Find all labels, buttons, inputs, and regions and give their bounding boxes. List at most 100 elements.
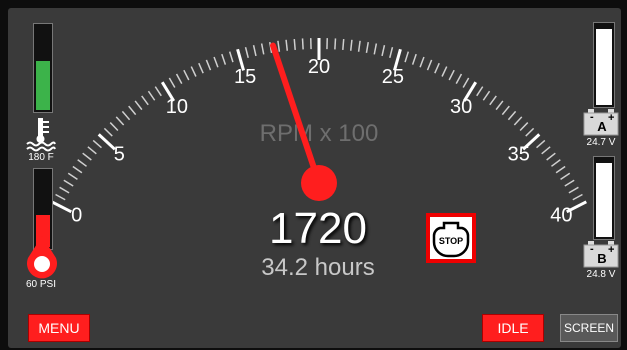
minor-tick bbox=[128, 105, 137, 116]
battery-a-voltage: 24.7 V bbox=[586, 137, 616, 148]
rpm-gauge: 0 5 10 15 20 25 30 35 40 RPM x 100 bbox=[51, 38, 587, 227]
idle-button[interactable]: IDLE bbox=[482, 314, 544, 342]
coolant-temp-icon bbox=[26, 118, 56, 152]
coolant-temp-fill bbox=[36, 61, 50, 110]
minor-tick bbox=[285, 39, 289, 51]
needle-hub bbox=[301, 165, 337, 201]
minor-tick bbox=[109, 122, 119, 131]
minor-tick bbox=[555, 165, 566, 174]
battery-b-voltage: 24.8 V bbox=[586, 269, 616, 280]
minor-tick bbox=[82, 152, 92, 161]
minor-tick bbox=[448, 69, 455, 81]
minor-tick bbox=[462, 77, 470, 88]
battery-a-letter: A bbox=[597, 119, 607, 134]
minor-tick bbox=[551, 159, 561, 167]
minor-tick bbox=[205, 59, 212, 71]
minor-tick bbox=[121, 110, 131, 121]
minor-tick bbox=[277, 40, 281, 52]
minor-tick bbox=[87, 146, 97, 155]
minor-tick bbox=[513, 116, 523, 126]
minor-tick bbox=[228, 51, 234, 63]
minor-tick bbox=[252, 45, 257, 57]
battery-a-fill bbox=[596, 29, 612, 105]
minor-tick bbox=[147, 90, 156, 101]
oil-drop-icon bbox=[27, 236, 57, 279]
minor-tick bbox=[455, 73, 463, 85]
tick-label: 25 bbox=[382, 66, 404, 88]
minor-tick bbox=[476, 86, 484, 97]
minor-tick bbox=[198, 62, 204, 74]
tick-label: 5 bbox=[114, 143, 125, 165]
major-tick bbox=[51, 200, 72, 214]
minor-tick bbox=[365, 41, 369, 54]
minor-tick bbox=[357, 40, 361, 52]
minor-tick bbox=[183, 69, 190, 81]
tick-label: 0 bbox=[71, 205, 82, 227]
menu-button[interactable]: MENU bbox=[28, 314, 90, 342]
minor-tick bbox=[92, 139, 102, 149]
minor-tick bbox=[507, 110, 517, 121]
minor-tick bbox=[381, 45, 386, 57]
minor-tick bbox=[260, 43, 265, 55]
minor-tick bbox=[63, 179, 74, 187]
minor-tick bbox=[342, 38, 345, 51]
minor-tick bbox=[221, 53, 227, 65]
engine-hours: 34.2 hours bbox=[261, 254, 375, 281]
minor-tick bbox=[168, 77, 176, 88]
minor-tick bbox=[525, 127, 535, 137]
tick-label: 10 bbox=[166, 96, 188, 118]
minor-tick bbox=[293, 38, 296, 51]
minor-tick bbox=[334, 38, 337, 50]
minor-tick bbox=[411, 53, 417, 65]
minor-tick bbox=[564, 179, 575, 187]
tick-label: 20 bbox=[308, 56, 330, 78]
minor-tick bbox=[389, 46, 394, 58]
svg-text:+: + bbox=[608, 244, 614, 256]
battery-b-fill bbox=[596, 163, 612, 237]
minor-tick bbox=[560, 172, 571, 180]
minor-tick bbox=[482, 90, 491, 101]
battery-a-bar bbox=[593, 22, 615, 108]
minor-tick bbox=[404, 51, 410, 63]
minor-tick bbox=[495, 100, 504, 111]
rpm-readout: 1720 bbox=[269, 204, 367, 253]
minor-tick bbox=[541, 146, 551, 155]
minor-tick bbox=[373, 43, 378, 55]
screen-button[interactable]: SCREEN bbox=[560, 314, 618, 342]
minor-tick bbox=[572, 193, 583, 201]
tick-label: 15 bbox=[234, 66, 256, 88]
minor-tick bbox=[419, 56, 425, 68]
tick-label: 30 bbox=[450, 96, 472, 118]
minor-tick bbox=[519, 122, 529, 131]
minor-tick bbox=[501, 105, 510, 116]
svg-text:-: - bbox=[590, 243, 594, 255]
minor-tick bbox=[213, 56, 219, 68]
svg-text:+: + bbox=[608, 112, 614, 124]
minor-tick bbox=[59, 186, 70, 194]
tick-label: 35 bbox=[508, 143, 530, 165]
coolant-temp-bar bbox=[33, 23, 53, 113]
minor-tick bbox=[489, 95, 497, 106]
oil-pressure-label: 60 PSI bbox=[25, 279, 57, 290]
minor-tick bbox=[426, 59, 433, 71]
minor-tick bbox=[568, 186, 579, 194]
minor-tick bbox=[301, 38, 304, 50]
engine-stop-button[interactable]: STOP bbox=[426, 213, 476, 263]
minor-tick bbox=[190, 66, 197, 77]
minor-tick bbox=[244, 46, 249, 58]
tick-label: 40 bbox=[550, 205, 572, 227]
battery-b-bar bbox=[593, 156, 615, 240]
coolant-temp-label: 180 F bbox=[28, 152, 54, 163]
battery-b-letter: B bbox=[597, 251, 607, 266]
minor-tick bbox=[115, 116, 125, 126]
svg-text:-: - bbox=[590, 111, 594, 123]
minor-tick bbox=[67, 172, 78, 180]
minor-tick bbox=[72, 165, 83, 174]
minor-tick bbox=[134, 100, 143, 111]
minor-tick bbox=[434, 62, 440, 74]
minor-tick bbox=[141, 95, 149, 106]
stop-label: STOP bbox=[438, 236, 464, 246]
minor-tick bbox=[175, 73, 183, 85]
rpm-unit-label: RPM x 100 bbox=[260, 120, 379, 147]
minor-tick bbox=[154, 86, 162, 97]
